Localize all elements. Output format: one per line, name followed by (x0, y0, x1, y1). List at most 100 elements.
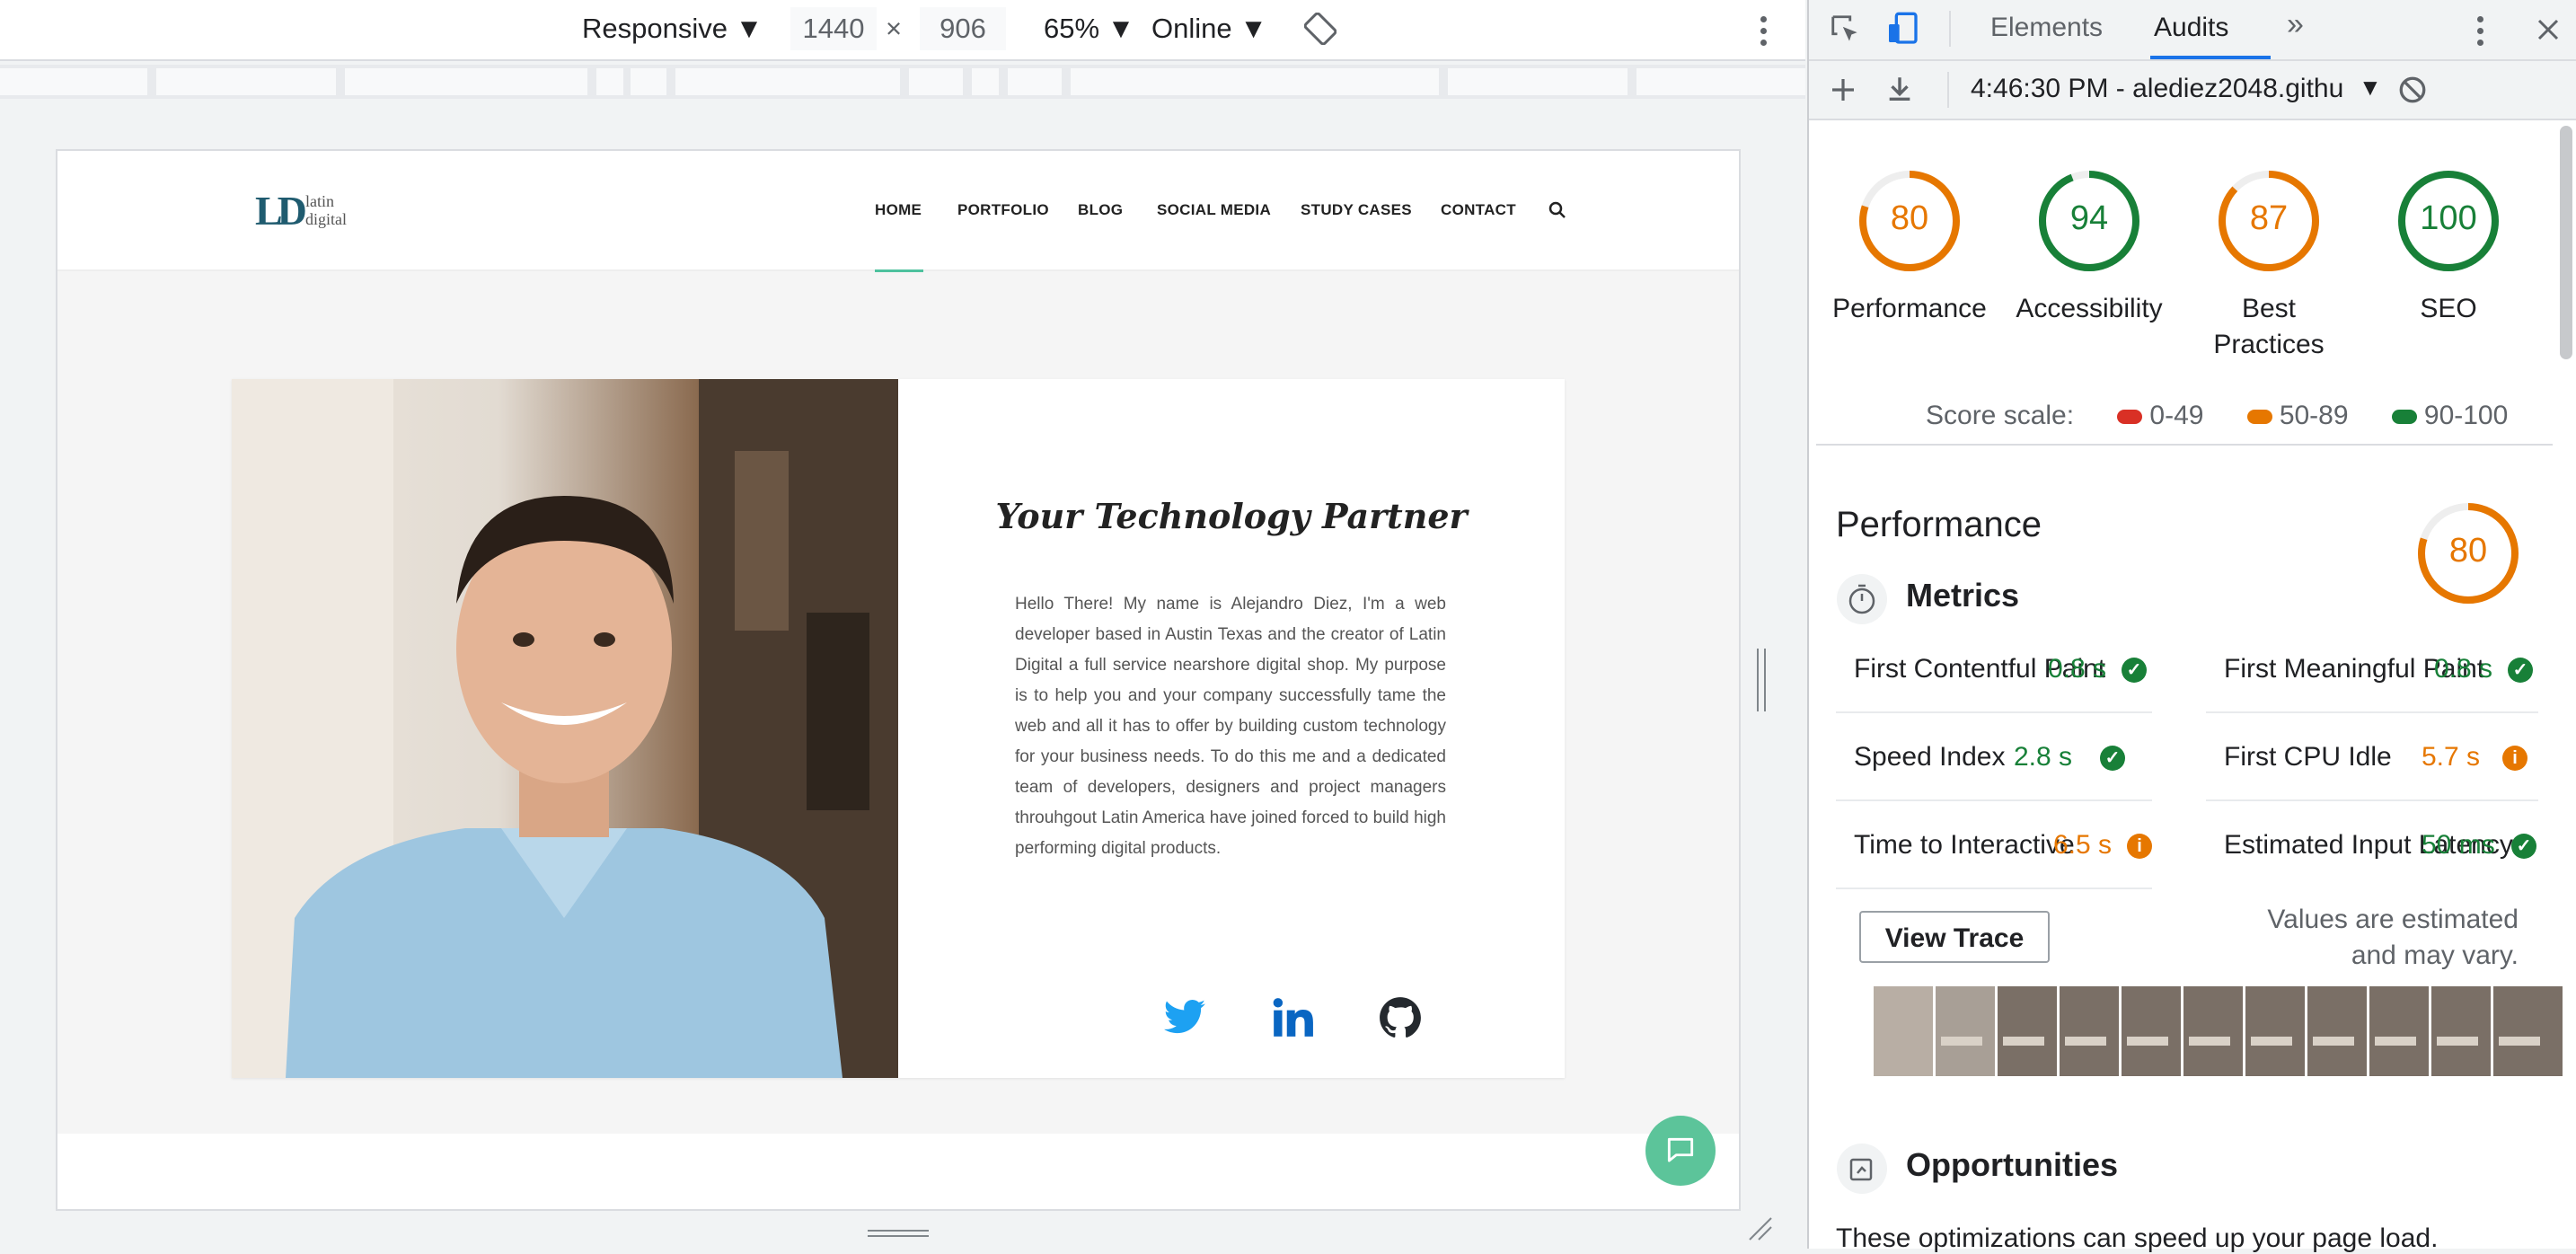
nav-home[interactable]: HOME (875, 201, 922, 219)
metric-estimated-input-latency: Estimated Input Latency 50 ms ✓ (2206, 801, 2565, 888)
average-swatch (2246, 410, 2272, 425)
github-icon[interactable] (1378, 995, 1423, 1040)
metric-value: 5.7 s (2422, 742, 2481, 772)
accessibility-label: Accessibility (2016, 294, 2163, 323)
hero-card: Your Technology Partner Hello There! My … (232, 379, 1565, 1078)
next-section (57, 1134, 1739, 1209)
width-input[interactable]: 1440 (790, 7, 877, 50)
viewport-resize-right-handle[interactable] (1755, 649, 1768, 711)
nav-blog[interactable]: BLOG (1078, 201, 1123, 219)
metric-first-meaningful-paint: First Meaningful Paint 0.8 s ✓ (2206, 625, 2538, 713)
best-practices-label: Best Practices (2213, 294, 2325, 359)
metric-first-contentful-paint: First Contentful Paint 0.8 s ✓ (1836, 625, 2152, 713)
portrait-photo (232, 379, 898, 1078)
accessibility-score: 94 (2069, 199, 2109, 237)
view-trace-button[interactable]: View Trace (1859, 911, 2050, 963)
nav-portfolio[interactable]: PORTFOLIO (957, 201, 1049, 219)
device-select[interactable]: Responsive ▼ (582, 13, 763, 45)
score-scale: Score scale: 0-49 50-89 90-100 (1926, 401, 2508, 431)
nav-study-cases[interactable]: STUDY CASES (1301, 201, 1412, 219)
metric-first-cpu-idle: First CPU Idle 5.7 s i (2206, 713, 2538, 801)
filmstrip-frame (2245, 986, 2307, 1076)
filmstrip-frame (2369, 986, 2431, 1076)
metric-value: 0.8 s (2434, 654, 2493, 684)
devtools-scrollbar[interactable] (2560, 126, 2572, 359)
linkedin-icon[interactable] (1270, 995, 1315, 1040)
pass-check-icon: ✓ (2508, 658, 2533, 683)
metric-value: 6.5 s (2053, 830, 2113, 860)
rotate-icon[interactable] (1304, 13, 1337, 45)
filmstrip-frame (1874, 986, 1936, 1076)
performance-label: Performance (1832, 294, 1987, 323)
warning-info-icon: i (2502, 746, 2527, 771)
search-icon[interactable] (1548, 201, 1566, 219)
pass-check-icon: ✓ (2511, 834, 2536, 859)
gauge-seo[interactable]: 100 (2395, 167, 2502, 275)
metric-label: First CPU Idle (2224, 742, 2392, 772)
filmstrip-frame (2431, 986, 2493, 1076)
fail-range: 0-49 (2149, 401, 2204, 430)
viewport-resize-corner-handle[interactable] (1746, 1214, 1773, 1241)
metric-time-to-interactive: Time to Interactive 6.5 s i (1836, 801, 2152, 889)
viewport-resize-bottom-handle[interactable] (868, 1229, 929, 1238)
hero-body: Hello There! My name is Alejandro Diez, … (1015, 595, 1446, 858)
twitter-icon[interactable] (1162, 995, 1207, 1040)
nav-contact[interactable]: CONTACT (1441, 201, 1516, 219)
nav-social-media[interactable]: SOCIAL MEDIA (1157, 201, 1271, 219)
device-toolbar-more-icon[interactable] (1760, 16, 1768, 51)
filmstrip (1874, 986, 2565, 1076)
metrics-title: Metrics (1906, 577, 2020, 614)
fail-swatch (2117, 410, 2143, 425)
site-logo[interactable]: LD latin digital (255, 190, 363, 235)
pass-swatch (2391, 410, 2417, 425)
filmstrip-frame (2493, 986, 2565, 1076)
chat-button[interactable] (1645, 1116, 1716, 1186)
filmstrip-frame (1936, 986, 1998, 1076)
dimension-separator: × (886, 13, 903, 44)
seo-label: SEO (2420, 294, 2477, 323)
metric-value: 50 ms (2422, 830, 2495, 860)
filmstrip-frame (2307, 986, 2369, 1076)
filmstrip-frame (2122, 986, 2183, 1076)
throttling-select[interactable]: Online ▼ (1151, 13, 1267, 45)
performance-section-gauge: 80 (2414, 499, 2522, 607)
opportunities-description: These optimizations can speed up your pa… (1836, 1223, 2439, 1253)
performance-section-title: Performance (1836, 505, 2042, 544)
score-gauges: 80 Performance 94 Accessibility 87 Best P… (1809, 0, 2576, 377)
height-input[interactable]: 906 (920, 7, 1006, 50)
opportunities-title: Opportunities (1906, 1146, 2118, 1183)
gauge-accessibility[interactable]: 94 (2035, 167, 2143, 275)
metric-speed-index: Speed Index 2.8 s ✓ (1836, 713, 2152, 801)
opportunities-icon (1837, 1144, 1887, 1194)
pass-check-icon: ✓ (2122, 658, 2147, 683)
gauge-best-practices[interactable]: 87 (2215, 167, 2323, 275)
filmstrip-frame (1998, 986, 2060, 1076)
performance-section-score: 80 (2448, 532, 2488, 570)
hero-title: Your Technology Partner (995, 496, 1468, 536)
pass-range: 90-100 (2423, 401, 2509, 430)
filmstrip-frame (2060, 986, 2122, 1076)
pass-check-icon: ✓ (2100, 746, 2125, 771)
nav-active-indicator (875, 269, 923, 272)
metric-label: Speed Index (1854, 742, 2006, 772)
devtools-panel: Elements Audits » 4:46:30 PM - alediez20… (1807, 0, 2576, 1253)
filmstrip-frame (2183, 986, 2245, 1076)
zoom-select[interactable]: 65% ▼ (1044, 13, 1134, 45)
emulated-viewport: LD latin digital HOME PORTFOLIO BLOG SOC… (56, 149, 1741, 1211)
media-query-bar[interactable] (0, 65, 1805, 99)
logo-mark: LD (255, 188, 307, 234)
site-header: LD latin digital HOME PORTFOLIO BLOG SOC… (57, 151, 1739, 271)
score-scale-label: Score scale: (1926, 401, 2075, 430)
seo-score: 100 (2420, 199, 2477, 237)
estimate-note: Values are estimated and may vary. (2267, 905, 2519, 970)
logo-text: latin digital (305, 192, 347, 228)
metric-value: 0.8 s (2048, 654, 2107, 684)
chat-bubble-icon (1667, 1137, 1694, 1162)
section-divider (1816, 444, 2553, 446)
performance-score: 80 (1890, 199, 1929, 237)
stopwatch-icon (1837, 574, 1887, 624)
gauge-performance[interactable]: 80 (1856, 167, 1963, 275)
warning-info-icon: i (2127, 834, 2152, 859)
average-range: 50-89 (2279, 401, 2349, 430)
metric-label: Time to Interactive (1854, 830, 2075, 860)
